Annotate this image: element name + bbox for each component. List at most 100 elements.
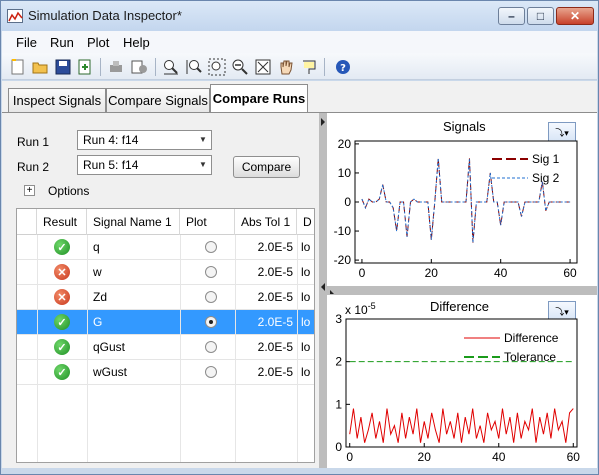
table-row[interactable]: ✓ G 2.0E-5 lo: [17, 310, 314, 335]
abs-tol-cell: 2.0E-5: [257, 340, 293, 354]
header-abs-tol[interactable]: Abs Tol 1: [235, 209, 297, 235]
x-tick-label: 0: [359, 266, 366, 280]
signal-name-cell: wGust: [93, 365, 128, 379]
pass-check-icon: ✓: [54, 364, 70, 380]
new-icon[interactable]: [9, 58, 27, 76]
x-tick-label: 40: [494, 266, 508, 280]
maximize-icon: □: [536, 9, 545, 23]
table-row[interactable]: ✓ wGust 2.0E-5 lo: [17, 360, 314, 385]
table-row[interactable]: ✓ qGust 2.0E-5 lo: [17, 335, 314, 360]
plot-radio[interactable]: [205, 366, 217, 378]
header-plot[interactable]: Plot: [180, 209, 235, 235]
extra-cell: lo: [301, 365, 311, 379]
zoom-in-time-icon[interactable]: [162, 58, 180, 76]
difference-plot: Difference ⤵▾ x 10-5 0 20 40 60 0 1 2 3 Differen…: [327, 295, 597, 468]
save-icon[interactable]: [54, 58, 72, 76]
plot-radio[interactable]: [205, 316, 217, 328]
y-tick-label: 1: [335, 397, 342, 411]
options-label[interactable]: Options: [48, 184, 89, 198]
run2-select[interactable]: Run 5: f14 ▼: [77, 155, 212, 175]
header-signal-name[interactable]: Signal Name 1: [87, 209, 180, 235]
menu-file[interactable]: File: [16, 35, 37, 50]
chevron-down-icon: ▼: [199, 160, 207, 169]
y-tick-label: 3: [335, 312, 342, 326]
signal-name-cell: w: [93, 265, 102, 279]
app-icon: [7, 9, 23, 23]
svg-text:?: ?: [340, 63, 346, 74]
legend-label: Difference: [504, 331, 559, 345]
legend-label: Tolerance: [504, 350, 556, 364]
extra-cell: lo: [301, 290, 311, 304]
table-header: Result Signal Name 1 Plot Abs Tol 1 D: [17, 209, 314, 235]
runs-pane: Run 1 Run 4: f14 ▼ Run 2 Run 5: f14 ▼ Co…: [2, 113, 319, 468]
open-icon[interactable]: [31, 58, 49, 76]
minimize-button[interactable]: –: [498, 7, 525, 25]
title-bar: Simulation Data Inspector* – □ ✕: [1, 1, 598, 31]
tab-compare-signals[interactable]: Compare Signals: [106, 88, 210, 112]
column-divider: [180, 235, 181, 462]
pan-icon[interactable]: [277, 58, 295, 76]
zoom-in-y-icon[interactable]: [185, 58, 203, 76]
table-row[interactable]: ✓ q 2.0E-5 lo: [17, 235, 314, 260]
menu-run[interactable]: Run: [50, 35, 74, 50]
toolbar-separator: [155, 58, 156, 76]
menu-help[interactable]: Help: [123, 35, 150, 50]
x-tick-label: 60: [563, 266, 577, 280]
difference-chart: 0 20 40 60 0 1 2 3 Difference Tolerance: [335, 312, 581, 464]
report-icon[interactable]: [130, 58, 148, 76]
abs-tol-cell: 2.0E-5: [257, 315, 293, 329]
export-icon[interactable]: [107, 58, 125, 76]
abs-tol-cell: 2.0E-5: [257, 265, 293, 279]
extra-cell: lo: [301, 340, 311, 354]
options-expand-icon[interactable]: +: [24, 185, 35, 196]
y-tick-label: -10: [334, 224, 352, 238]
close-button[interactable]: ✕: [556, 7, 594, 25]
plot-radio[interactable]: [205, 341, 217, 353]
zoom-out-icon[interactable]: [231, 58, 249, 76]
window-title: Simulation Data Inspector*: [28, 8, 182, 23]
pass-check-icon: ✓: [54, 239, 70, 255]
table-row[interactable]: ✕ Zd 2.0E-5 lo: [17, 285, 314, 310]
toolbar: ?: [2, 53, 597, 80]
header-extra[interactable]: D: [297, 209, 314, 235]
run1-select[interactable]: Run 4: f14 ▼: [77, 130, 212, 150]
menu-bar: File Run Plot Help: [2, 31, 597, 53]
abs-tol-cell: 2.0E-5: [257, 240, 293, 254]
x-tick-label: 0: [346, 450, 353, 464]
app-window: Simulation Data Inspector* – □ ✕ File Ru…: [0, 0, 599, 475]
compare-button[interactable]: Compare: [233, 156, 300, 178]
pane-splitter[interactable]: [319, 113, 327, 468]
plot-radio[interactable]: [205, 291, 217, 303]
extra-cell: lo: [301, 240, 311, 254]
run2-label: Run 2: [17, 160, 50, 174]
fail-x-icon: ✕: [54, 289, 70, 305]
header-result[interactable]: Result: [37, 209, 87, 235]
column-divider: [297, 235, 298, 462]
tab-inspect-signals[interactable]: Inspect Signals: [8, 88, 106, 112]
signal-name-cell: G: [93, 315, 103, 329]
x-tick-label: 40: [492, 450, 506, 464]
plot-radio[interactable]: [205, 266, 217, 278]
y-tick-label: 10: [338, 166, 352, 180]
help-icon[interactable]: ?: [334, 58, 352, 76]
fit-to-view-icon[interactable]: [254, 58, 272, 76]
toolbar-separator: [324, 58, 325, 76]
plot-splitter[interactable]: [327, 286, 597, 295]
tab-strip: Inspect Signals Compare Signals Compare …: [2, 81, 597, 112]
table-row[interactable]: ✕ w 2.0E-5 lo: [17, 260, 314, 285]
legend-label: Sig 1: [532, 152, 560, 166]
x-tick-label: 60: [567, 450, 581, 464]
run1-label: Run 1: [17, 135, 50, 149]
column-divider: [87, 235, 88, 462]
fail-x-icon: ✕: [54, 264, 70, 280]
zoom-in-icon[interactable]: [208, 58, 226, 76]
maximize-button[interactable]: □: [527, 7, 554, 25]
plot-radio[interactable]: [205, 241, 217, 253]
import-icon[interactable]: [76, 58, 94, 76]
minimize-icon: –: [508, 9, 515, 23]
abs-tol-cell: 2.0E-5: [257, 365, 293, 379]
menu-plot[interactable]: Plot: [87, 35, 109, 50]
data-cursor-icon[interactable]: [300, 58, 318, 76]
tab-compare-runs[interactable]: Compare Runs: [210, 84, 308, 112]
header-spacer: [17, 209, 37, 235]
